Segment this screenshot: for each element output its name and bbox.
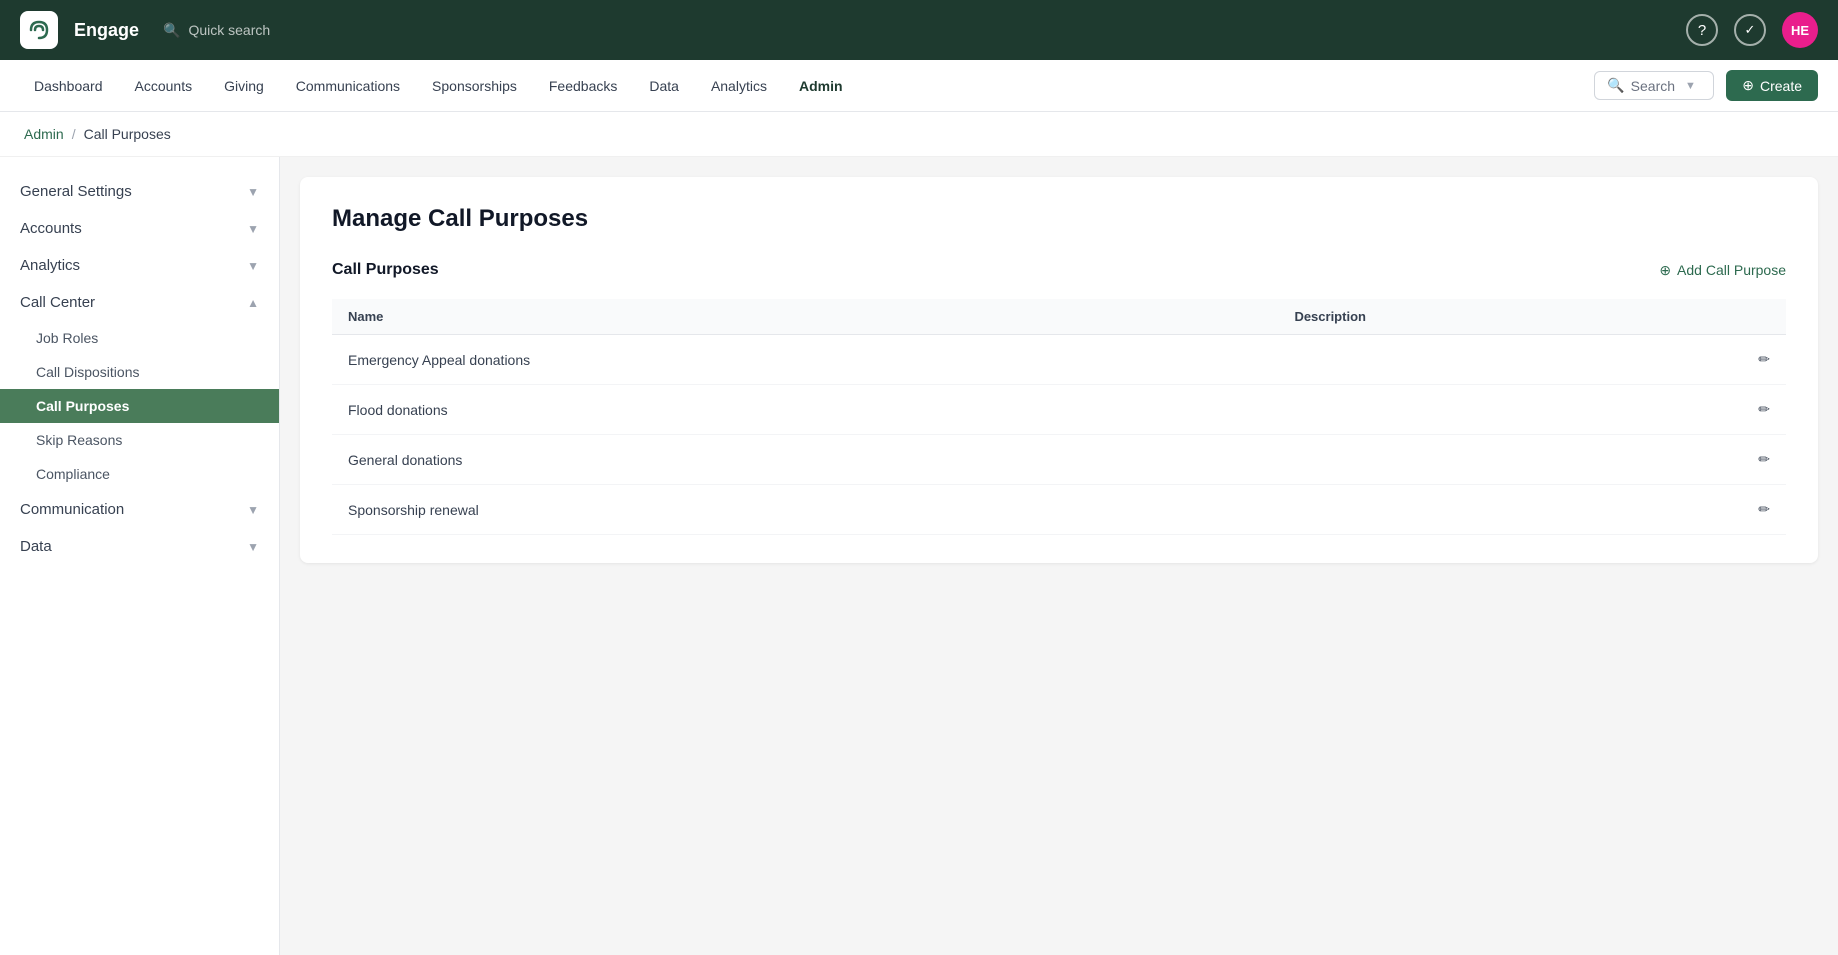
row-1-name: Emergency Appeal donations	[332, 335, 1278, 385]
quick-search[interactable]: 🔍 Quick search	[163, 22, 270, 39]
sidebar-section-general-settings-label: General Settings	[20, 183, 132, 200]
nav-dashboard[interactable]: Dashboard	[20, 72, 117, 100]
search-icon: 🔍	[163, 22, 180, 39]
sidebar-section-analytics-chevron: ▼	[247, 259, 259, 273]
create-button[interactable]: ⊕ Create	[1726, 70, 1818, 101]
sidebar-section-accounts[interactable]: Accounts ▼	[0, 210, 279, 247]
sidebar-section-general-settings[interactable]: General Settings ▼	[0, 173, 279, 210]
section-header: Call Purposes ⊕ Add Call Purpose	[332, 261, 1786, 279]
call-purposes-table: Name Description Emergency Appeal donati…	[332, 299, 1786, 535]
breadcrumb: Admin / Call Purposes	[0, 112, 1838, 157]
table-row: General donations ✏	[332, 435, 1786, 485]
add-icon: ⊕	[1659, 262, 1671, 279]
sidebar-section-communication[interactable]: Communication ▼	[0, 491, 279, 528]
section-label: Call Purposes	[332, 261, 439, 279]
sidebar-section-data[interactable]: Data ▼	[0, 528, 279, 565]
breadcrumb-current: Call Purposes	[84, 126, 171, 142]
sidebar-section-data-label: Data	[20, 538, 52, 555]
col-name-header: Name	[332, 299, 1278, 335]
sidebar-section-analytics-label: Analytics	[20, 257, 80, 274]
row-2-name: Flood donations	[332, 385, 1278, 435]
sidebar-section-call-center[interactable]: Call Center ▲	[0, 284, 279, 321]
row-2-edit-button[interactable]: ✏	[1736, 385, 1786, 435]
user-avatar[interactable]: HE	[1782, 12, 1818, 48]
search-dropdown-arrow: ▼	[1685, 80, 1696, 92]
topbar: Engage 🔍 Quick search ? ✓ HE	[0, 0, 1838, 60]
page-body: General Settings ▼ Accounts ▼ Analytics …	[0, 157, 1838, 955]
content-wrapper: Manage Call Purposes Call Purposes ⊕ Add…	[300, 177, 1818, 563]
table-row: Flood donations ✏	[332, 385, 1786, 435]
sidebar-section-accounts-chevron: ▼	[247, 222, 259, 236]
col-description-header: Description	[1278, 299, 1736, 335]
sidebar: General Settings ▼ Accounts ▼ Analytics …	[0, 157, 280, 955]
add-call-purpose-label: Add Call Purpose	[1677, 262, 1786, 278]
nav-admin[interactable]: Admin	[785, 72, 857, 100]
row-3-name: General donations	[332, 435, 1278, 485]
sidebar-section-general-settings-chevron: ▼	[247, 185, 259, 199]
nav-feedbacks[interactable]: Feedbacks	[535, 72, 631, 100]
breadcrumb-separator: /	[72, 126, 76, 142]
row-4-edit-button[interactable]: ✏	[1736, 485, 1786, 535]
sidebar-item-skip-reasons[interactable]: Skip Reasons	[0, 423, 279, 457]
app-name: Engage	[74, 20, 139, 41]
topbar-right: ? ✓ HE	[1686, 12, 1818, 48]
sidebar-section-call-center-label: Call Center	[20, 294, 95, 311]
create-label: Create	[1760, 78, 1802, 94]
add-call-purpose-button[interactable]: ⊕ Add Call Purpose	[1659, 262, 1786, 279]
row-4-description	[1278, 485, 1736, 535]
nav-analytics[interactable]: Analytics	[697, 72, 781, 100]
tasks-icon-btn[interactable]: ✓	[1734, 14, 1766, 46]
row-3-description	[1278, 435, 1736, 485]
sidebar-section-communication-chevron: ▼	[247, 503, 259, 517]
sidebar-section-accounts-label: Accounts	[20, 220, 82, 237]
row-2-description	[1278, 385, 1736, 435]
sidebar-section-analytics[interactable]: Analytics ▼	[0, 247, 279, 284]
table-row: Emergency Appeal donations ✏	[332, 335, 1786, 385]
help-icon-btn[interactable]: ?	[1686, 14, 1718, 46]
sidebar-section-data-chevron: ▼	[247, 540, 259, 554]
main-content: Manage Call Purposes Call Purposes ⊕ Add…	[280, 157, 1838, 955]
secondary-nav: Dashboard Accounts Giving Communications…	[0, 60, 1838, 112]
nav-sponsorships[interactable]: Sponsorships	[418, 72, 531, 100]
nav-data[interactable]: Data	[635, 72, 693, 100]
row-3-edit-button[interactable]: ✏	[1736, 435, 1786, 485]
sidebar-item-call-purposes[interactable]: Call Purposes	[0, 389, 279, 423]
row-1-description	[1278, 335, 1736, 385]
search-field-icon: 🔍	[1607, 77, 1624, 94]
sidebar-section-communication-label: Communication	[20, 501, 124, 518]
quick-search-label: Quick search	[188, 22, 270, 38]
sidebar-item-job-roles[interactable]: Job Roles	[0, 321, 279, 355]
table-row: Sponsorship renewal ✏	[332, 485, 1786, 535]
secondnav-right: 🔍 Search ▼ ⊕ Create	[1594, 70, 1818, 101]
row-1-edit-button[interactable]: ✏	[1736, 335, 1786, 385]
sidebar-item-compliance[interactable]: Compliance	[0, 457, 279, 491]
row-4-name: Sponsorship renewal	[332, 485, 1278, 535]
sidebar-section-call-center-chevron: ▲	[247, 296, 259, 310]
app-logo[interactable]	[20, 11, 58, 49]
nav-accounts[interactable]: Accounts	[121, 72, 207, 100]
nav-giving[interactable]: Giving	[210, 72, 278, 100]
search-field[interactable]: 🔍 Search ▼	[1594, 71, 1714, 100]
col-actions-header	[1736, 299, 1786, 335]
breadcrumb-parent[interactable]: Admin	[24, 126, 64, 142]
sidebar-item-call-dispositions[interactable]: Call Dispositions	[0, 355, 279, 389]
create-icon: ⊕	[1742, 77, 1754, 94]
search-field-label: Search	[1631, 78, 1675, 94]
nav-communications[interactable]: Communications	[282, 72, 414, 100]
page-title: Manage Call Purposes	[332, 205, 1786, 233]
